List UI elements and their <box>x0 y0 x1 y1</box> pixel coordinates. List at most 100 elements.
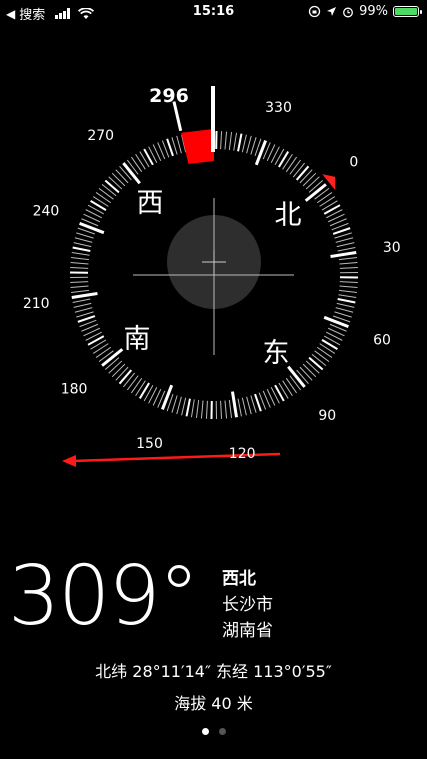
compass-tick <box>176 396 182 415</box>
degree-label: 330 <box>265 100 292 116</box>
compass-tick <box>72 246 91 252</box>
compass-tick <box>200 400 204 419</box>
compass-tick <box>335 237 354 243</box>
heading-degrees: 309° <box>8 549 200 644</box>
compass-tick <box>254 140 268 166</box>
compass-tick <box>302 363 317 378</box>
cardinal-north: 北 <box>275 200 302 231</box>
page-dot[interactable] <box>218 728 226 735</box>
compass-tick <box>233 132 238 151</box>
compass-tick <box>74 307 93 313</box>
compass-tick <box>143 148 154 166</box>
compass-tick <box>316 191 333 204</box>
compass-tick <box>135 153 146 170</box>
compass-tick <box>308 356 324 371</box>
compass-tick <box>92 343 109 354</box>
compass-tick <box>338 294 357 299</box>
compass-tick <box>339 261 358 265</box>
compass-tick <box>339 266 358 269</box>
compass-tick <box>190 399 195 418</box>
compass-tick <box>122 372 136 388</box>
compass-tick <box>250 137 257 155</box>
compass-tick <box>98 187 114 200</box>
bearing-marker-label: 296 <box>149 85 189 107</box>
location-province: 湖南省 <box>222 621 273 641</box>
compass-tick <box>70 285 89 289</box>
heading-direction: 西北 <box>222 569 256 589</box>
compass-tick <box>246 396 252 415</box>
compass-tick <box>126 375 139 391</box>
cardinal-west: 西 <box>137 188 164 219</box>
compass-tick <box>237 398 242 417</box>
compass-tick <box>319 196 336 207</box>
compass-tick <box>299 169 313 184</box>
compass-tick <box>73 242 92 248</box>
compass-tick <box>278 151 290 168</box>
compass-tick <box>76 311 94 318</box>
compass-tick <box>74 237 93 243</box>
compass-tick <box>76 232 94 239</box>
coordinates: 北纬 28°11′14″ 东经 113°0′55″ <box>95 662 332 681</box>
compass-tick <box>138 382 150 399</box>
compass-tick <box>323 204 341 215</box>
compass-tick <box>339 285 358 289</box>
compass-tick <box>181 397 187 416</box>
compass-tick <box>330 250 357 259</box>
compass-tick <box>70 266 89 269</box>
compass-tick <box>160 384 174 410</box>
page-indicator[interactable] <box>0 728 427 735</box>
compass-tick <box>228 399 233 418</box>
degree-label: 30 <box>383 240 401 256</box>
degree-label: 210 <box>23 296 50 312</box>
compass-tick <box>220 131 223 150</box>
compass-tick <box>70 281 89 284</box>
compass-tick <box>95 191 112 204</box>
heading-readout: 309° 西北 长沙市 湖南省 <box>8 552 427 652</box>
compass-tick <box>130 156 143 173</box>
compass-tick <box>79 221 105 235</box>
compass-tick <box>250 395 257 413</box>
compass-tick <box>311 353 327 367</box>
compass-tick <box>72 298 91 303</box>
compass-tick <box>282 380 293 397</box>
compass-tick <box>246 135 252 154</box>
compass-tick <box>285 156 298 173</box>
compass-tick <box>305 176 320 190</box>
compass-tick <box>254 393 262 412</box>
compass-tick <box>337 298 356 304</box>
compass-tick <box>241 134 247 153</box>
compass-tick <box>176 135 182 154</box>
compass-tick <box>71 291 98 300</box>
compass-tick <box>90 199 107 211</box>
page-dot[interactable] <box>201 728 209 735</box>
compass-tick <box>185 398 191 417</box>
degree-label: 180 <box>61 381 88 397</box>
compass-tick <box>115 366 129 381</box>
compass-tick <box>289 159 302 175</box>
heading-info: 西北 长沙市 湖南省 <box>222 566 273 644</box>
compass-tick <box>237 133 243 152</box>
degree-label: 60 <box>373 333 391 349</box>
compass-tick <box>224 400 228 419</box>
compass-tick <box>166 138 174 157</box>
compass-tick <box>295 165 310 181</box>
compass-tick <box>334 232 352 239</box>
compass-tick <box>95 346 112 359</box>
compass-tick <box>228 132 233 151</box>
compass-tick <box>115 169 129 184</box>
compass-tick <box>111 363 126 378</box>
compass-tick <box>71 251 90 256</box>
degree-label: 120 <box>229 446 256 462</box>
compass-tick <box>332 227 351 235</box>
compass-tick <box>205 400 208 419</box>
compass-tick <box>334 311 352 318</box>
compass-tick <box>108 360 123 374</box>
compass-tick <box>339 281 358 284</box>
compass-tick <box>285 377 298 394</box>
compass-tick <box>71 289 90 294</box>
altitude: 海拔 40 米 <box>174 694 253 713</box>
compass-tick <box>241 397 247 416</box>
compass-tick <box>101 183 117 197</box>
compass-tick <box>323 315 349 329</box>
compass-tick <box>338 289 357 294</box>
